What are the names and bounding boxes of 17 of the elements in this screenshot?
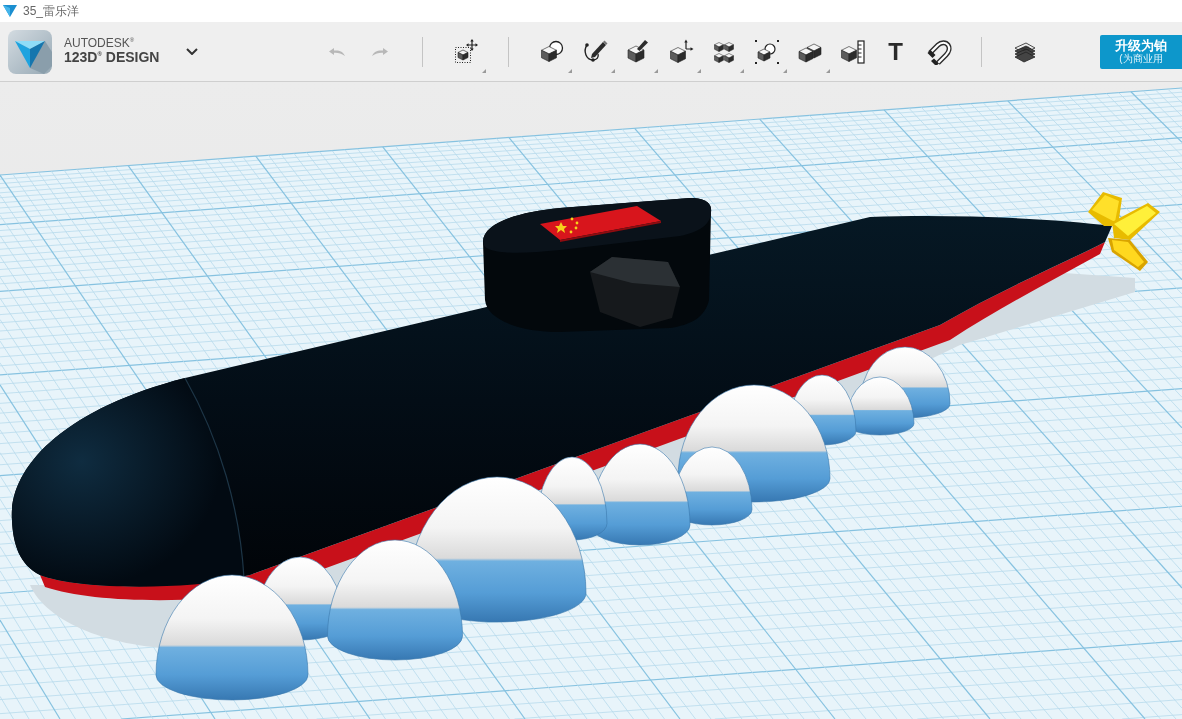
- magnet-icon: [925, 38, 952, 65]
- brand-product: 123D$^{®}$ DESIGN: [64, 50, 161, 66]
- chevron-down-icon: [186, 48, 198, 55]
- sketch-pencil-icon: [581, 38, 608, 65]
- cube-arrows-icon: [667, 38, 694, 65]
- text-tool-button[interactable]: T: [874, 29, 917, 74]
- app-logo-icon: [8, 29, 52, 74]
- window-title: 35_雷乐洋: [23, 2, 80, 20]
- cube-selection-icon: [753, 38, 780, 65]
- app-triangle-icon: [3, 5, 17, 17]
- brand-company: AUTODESK$^{®}$: [64, 37, 136, 51]
- move-cube-icon: [452, 38, 479, 65]
- cube-ruler-icon: [839, 38, 866, 65]
- cube-sphere-icon: [538, 38, 565, 65]
- redo-icon: [370, 46, 389, 57]
- undo-icon: [327, 46, 346, 57]
- cube-pencil-icon: [624, 38, 651, 65]
